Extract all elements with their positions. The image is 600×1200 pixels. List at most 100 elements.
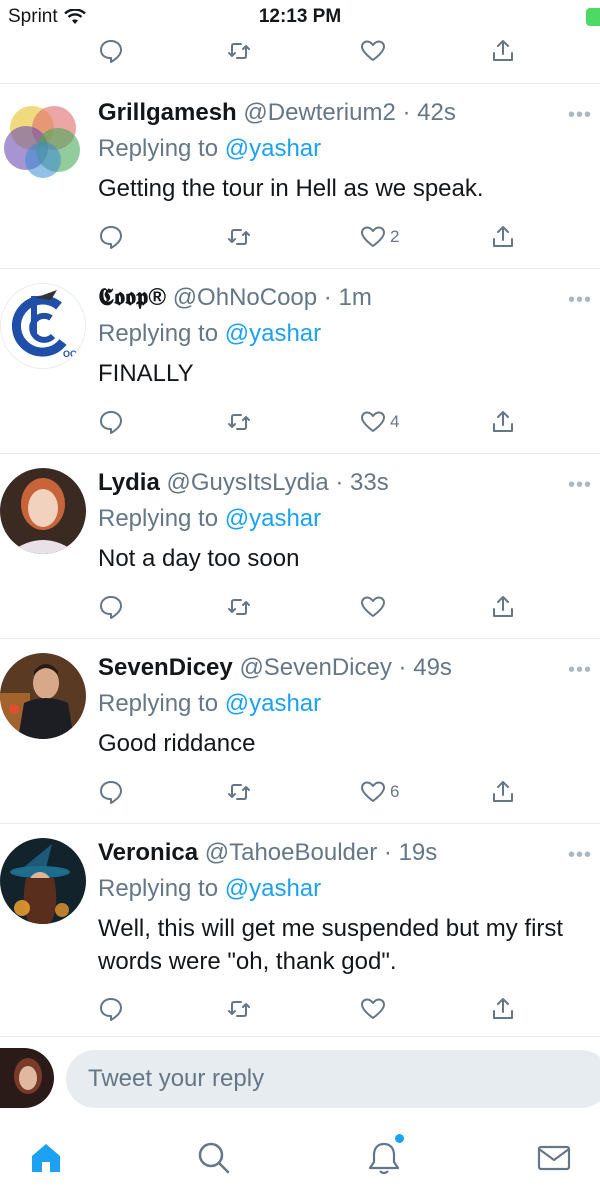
retweet-button[interactable] (226, 224, 252, 250)
reply-button[interactable] (98, 409, 124, 435)
replying-to: Replying to @yashar (98, 134, 580, 164)
user-handle[interactable]: @TahoeBoulder (205, 839, 377, 866)
more-options-icon[interactable]: ••• (568, 844, 592, 867)
reply-input[interactable] (66, 1050, 600, 1108)
share-button[interactable] (490, 38, 516, 64)
more-options-icon[interactable]: ••• (568, 659, 592, 682)
tweet-text: FINALLY (98, 360, 194, 387)
reply-button[interactable] (98, 779, 124, 805)
like-count: 4 (390, 412, 400, 431)
display-name[interactable]: Veronica (98, 839, 198, 866)
retweet-button[interactable] (226, 594, 252, 620)
heart-icon (361, 226, 385, 247)
share-button[interactable] (490, 996, 516, 1022)
notifications-icon (368, 1142, 400, 1175)
like-button[interactable] (360, 38, 386, 64)
my-avatar[interactable] (0, 1048, 54, 1108)
retweet-icon (228, 414, 250, 430)
user-handle[interactable]: @Dewterium2 (243, 99, 395, 126)
display-name[interactable]: Lydia (98, 469, 160, 496)
reply-button[interactable] (98, 996, 124, 1022)
tweet[interactable]: Lydia @GuysItsLydia · 33s Replying to @y… (0, 454, 600, 638)
status-bar: Sprint 12:13 PM (0, 0, 600, 34)
separator: · (335, 469, 344, 496)
tweet[interactable]: Veronica @TahoeBoulder · 19s Replying to… (0, 824, 600, 1036)
tab-search[interactable] (196, 1140, 236, 1180)
heart-icon (361, 40, 385, 61)
previous-tweet-actions (98, 38, 523, 78)
timestamp: 42s (417, 99, 456, 126)
like-button[interactable]: 2 (360, 224, 399, 250)
battery-icon (586, 8, 600, 26)
retweet-button[interactable] (226, 996, 252, 1022)
like-button[interactable]: 6 (360, 779, 399, 805)
retweet-icon (228, 1001, 250, 1017)
share-button[interactable] (490, 594, 516, 620)
tweet[interactable]: Grillgamesh @Dewterium2 · 42s Replying t… (0, 84, 600, 268)
replying-to: Replying to @yashar (98, 689, 580, 719)
tab-messages[interactable] (536, 1140, 576, 1180)
heart-icon (361, 596, 385, 617)
replying-prefix: Replying to (98, 135, 219, 162)
tweet-header: Lydia @GuysItsLydia · 33s (98, 468, 580, 498)
like-button[interactable] (360, 594, 390, 620)
mention-link[interactable]: @yashar (225, 135, 321, 162)
tweet-header: 𝕮𝖔𝖔𝖕® @OhNoCoop · 1m (98, 283, 580, 313)
tweet-header: Veronica @TahoeBoulder · 19s (98, 838, 580, 868)
display-name[interactable]: Grillgamesh (98, 99, 237, 126)
share-icon (493, 226, 513, 247)
reply-button[interactable] (98, 594, 124, 620)
display-name[interactable]: 𝕮𝖔𝖔𝖕® (98, 284, 166, 311)
tweet-text: Not a day too soon (98, 545, 300, 572)
separator: · (398, 654, 407, 681)
reply-icon (100, 998, 122, 1021)
mention-link[interactable]: @yashar (225, 875, 321, 902)
retweet-button[interactable] (226, 38, 252, 64)
witch-icon (0, 838, 86, 924)
avatar[interactable] (0, 653, 86, 739)
tab-home[interactable] (28, 1140, 68, 1180)
home-icon (32, 1144, 60, 1172)
mention-link[interactable]: @yashar (225, 505, 321, 532)
venn-diagram-icon (0, 98, 86, 184)
retweet-button[interactable] (226, 409, 252, 435)
user-handle[interactable]: @OhNoCoop (173, 284, 317, 311)
tweet-actions: 4 (98, 409, 523, 449)
mention-link[interactable]: @yashar (225, 320, 321, 347)
like-button[interactable]: 4 (360, 409, 399, 435)
display-name[interactable]: SevenDicey (98, 654, 233, 681)
mention-link[interactable]: @yashar (225, 690, 321, 717)
retweet-button[interactable] (226, 779, 252, 805)
reply-icon (100, 411, 122, 434)
share-button[interactable] (490, 779, 516, 805)
share-button[interactable] (490, 224, 516, 250)
avatar[interactable] (0, 98, 86, 184)
replying-prefix: Replying to (98, 690, 219, 717)
more-options-icon[interactable]: ••• (568, 289, 592, 312)
share-icon (493, 998, 513, 1019)
user-handle[interactable]: @SevenDicey (239, 654, 391, 681)
tweet-text: Getting the tour in Hell as we speak. (98, 175, 484, 202)
reply-icon (100, 226, 122, 249)
tweet[interactable]: OOP 𝕮𝖔𝖔𝖕® @OhNoCoop · 1m Replying to @ya… (0, 269, 600, 453)
timestamp: 33s (350, 469, 389, 496)
reply-button[interactable] (98, 38, 124, 64)
user-handle[interactable]: @GuysItsLydia (166, 469, 328, 496)
tweet-actions: 2 (98, 224, 523, 264)
more-options-icon[interactable]: ••• (568, 104, 592, 127)
share-icon (493, 596, 513, 617)
tweet[interactable]: SevenDicey @SevenDicey · 49s Replying to… (0, 639, 600, 823)
share-icon (493, 411, 513, 432)
reply-button[interactable] (98, 224, 124, 250)
share-button[interactable] (490, 409, 516, 435)
more-options-icon[interactable]: ••• (568, 474, 592, 497)
tab-notifications[interactable] (366, 1134, 406, 1180)
avatar[interactable] (0, 468, 86, 554)
divider (0, 1036, 600, 1037)
avatar[interactable] (0, 838, 86, 924)
replying-prefix: Replying to (98, 875, 219, 902)
avatar[interactable]: OOP (0, 283, 86, 369)
replying-prefix: Replying to (98, 505, 219, 532)
replying-to: Replying to @yashar (98, 874, 580, 904)
like-button[interactable] (360, 996, 390, 1022)
